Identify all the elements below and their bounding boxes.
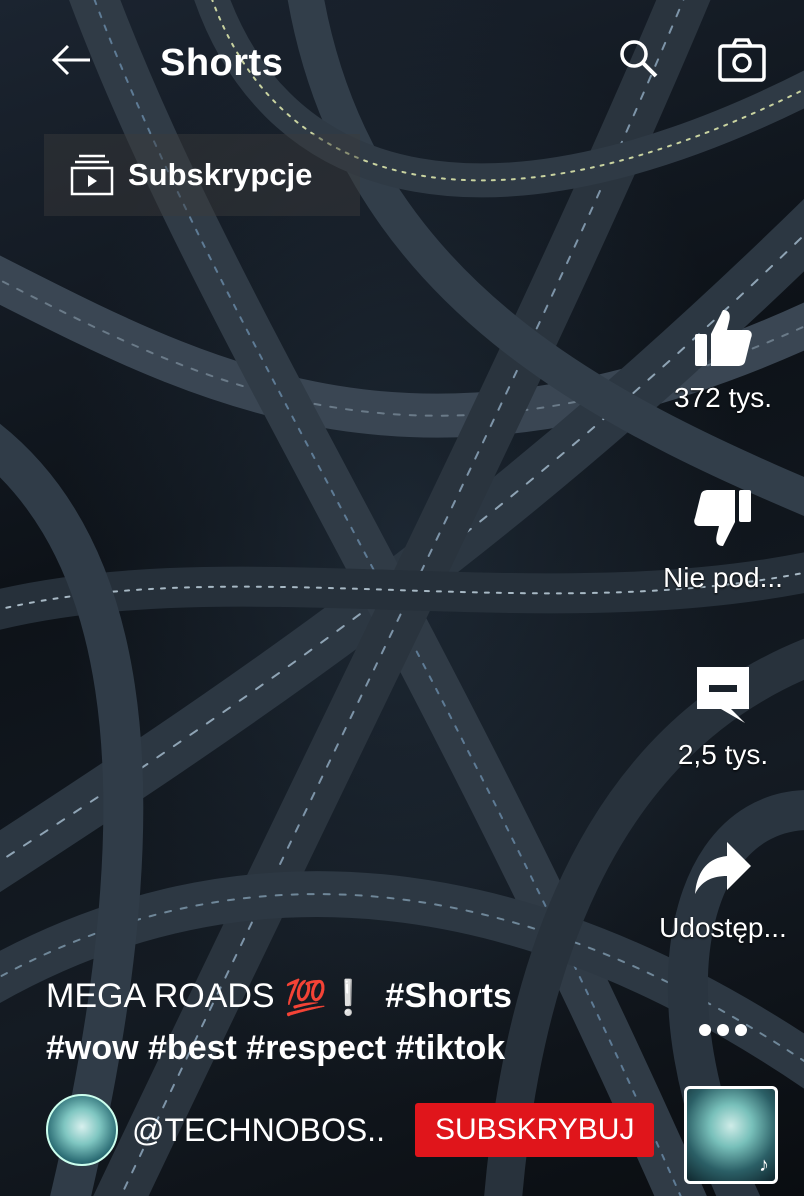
share-icon	[683, 828, 763, 908]
arrow-left-icon	[50, 38, 94, 87]
more-button[interactable]	[648, 990, 798, 1070]
avatar[interactable]	[46, 1094, 118, 1166]
page-title: Shorts	[160, 42, 284, 84]
camera-icon	[717, 37, 767, 88]
search-icon	[616, 36, 660, 85]
subscribe-button[interactable]: SUBSKRYBUJ	[414, 1103, 655, 1157]
share-label: Udostęp...	[659, 912, 787, 943]
hashtags[interactable]: #wow #best #respect #tiktok	[46, 1027, 606, 1069]
like-count: 372 tys.	[673, 382, 773, 413]
more-icon	[683, 990, 763, 1070]
top-bar: Shorts	[0, 0, 804, 130]
dislike-label: Nie pod...	[663, 562, 783, 593]
comments-count: 2,5 tys.	[677, 739, 769, 770]
hashtag-shorts[interactable]: #Shorts	[385, 977, 512, 1015]
sound-thumbnail[interactable]: ♪	[684, 1086, 778, 1184]
subscriptions-icon	[68, 151, 116, 199]
subscriptions-chip[interactable]: Subskrypcje	[44, 134, 360, 216]
camera-button[interactable]	[712, 32, 772, 92]
channel-row: @TECHNOBOS.. SUBSKRYBUJ	[46, 1090, 746, 1170]
music-note-icon: ♪	[759, 1154, 769, 1176]
thumbs-up-icon	[683, 298, 763, 378]
channel-handle[interactable]: @TECHNOBOS..	[132, 1112, 385, 1149]
back-button[interactable]	[44, 34, 100, 90]
search-button[interactable]	[610, 32, 666, 88]
caption-emoji: 💯❕	[284, 979, 370, 1018]
shorts-player[interactable]: Shorts Subskrypcje 372 tys. Nie pod... 2…	[0, 0, 804, 1196]
comment-icon	[683, 655, 763, 735]
video-caption: MEGA ROADS 💯❕ #Shorts #wow #best #respect …	[46, 975, 606, 1069]
like-button[interactable]: 372 tys.	[648, 298, 798, 414]
subscriptions-label: Subskrypcje	[128, 157, 313, 192]
comments-button[interactable]: 2,5 tys.	[648, 655, 798, 771]
dislike-button[interactable]: Nie pod...	[648, 478, 798, 594]
thumbs-down-icon	[683, 478, 763, 558]
share-button[interactable]: Udostęp...	[648, 828, 798, 944]
video-title: MEGA ROADS	[46, 977, 275, 1015]
